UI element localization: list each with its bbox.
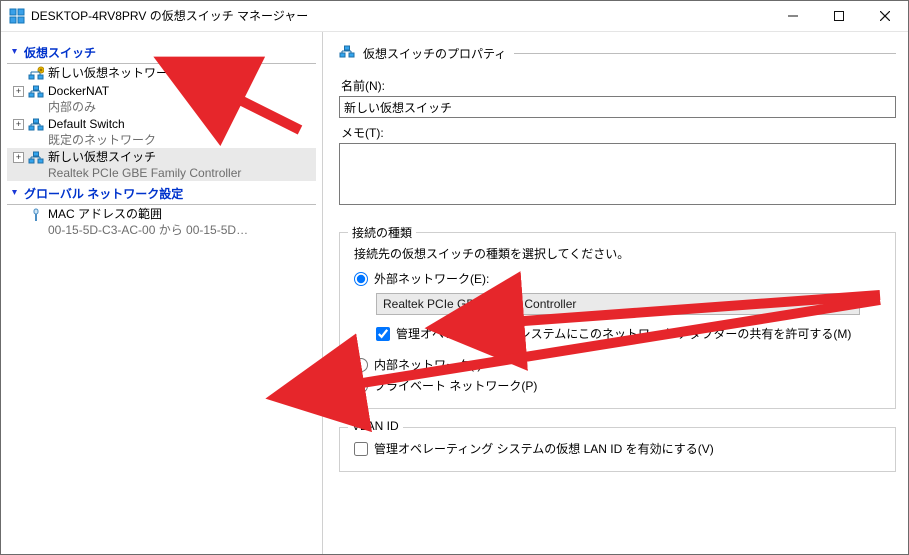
expand-icon[interactable]: + <box>13 86 24 97</box>
header-rule <box>514 53 896 54</box>
maximize-button[interactable] <box>816 1 862 32</box>
content: 仮想スイッチ <box>1 32 908 554</box>
tree-item-default-switch[interactable]: + Default Switch 既定のネットワーク <box>7 115 316 148</box>
name-input[interactable] <box>339 96 896 118</box>
collapse-icon[interactable] <box>9 47 20 58</box>
checkbox-vlan-enable-label: 管理オペレーティング システムの仮想 LAN ID を有効にする(V) <box>374 440 714 457</box>
memo-label: メモ(T): <box>341 124 894 141</box>
tree-item-sublabel: Realtek PCIe GBE Family Controller <box>48 165 241 181</box>
switch-icon <box>28 117 44 133</box>
left-panel: 仮想スイッチ <box>1 32 323 554</box>
vlan-group: VLAN ID 管理オペレーティング システムの仮想 LAN ID を有効にする… <box>339 427 896 472</box>
checkbox-share[interactable]: 管理オペレーティング システムにこのネットワーク アダプターの共有を許可する(M… <box>376 325 885 342</box>
tree-plus-empty <box>13 68 24 79</box>
checkbox-share-label: 管理オペレーティング システムにこのネットワーク アダプターの共有を許可する(M… <box>396 325 851 342</box>
window: DESKTOP-4RV8PRV の仮想スイッチ マネージャー 仮想スイッチ <box>0 0 909 555</box>
minimize-button[interactable] <box>770 1 816 32</box>
connection-type-legend: 接続の種類 <box>348 224 416 241</box>
radio-internal[interactable]: 内部ネットワーク(I) <box>354 356 885 373</box>
connection-type-group: 接続の種類 接続先の仮想スイッチの種類を選択してください。 外部ネットワーク(E… <box>339 232 896 409</box>
tree-item-label: DockerNAT <box>48 83 109 99</box>
tree-item-label: 新しい仮想ネットワーク スイッチ <box>48 65 231 81</box>
tree-section-global[interactable]: グローバル ネットワーク設定 <box>7 183 316 205</box>
properties-header: 仮想スイッチのプロパティ <box>339 44 896 63</box>
properties-title: 仮想スイッチのプロパティ <box>363 45 506 62</box>
tree-item-label: 新しい仮想スイッチ <box>48 149 241 165</box>
tree-section-switches[interactable]: 仮想スイッチ <box>7 42 316 64</box>
mac-icon <box>28 207 44 223</box>
tree-section-label: グローバル ネットワーク設定 <box>24 185 183 202</box>
memo-input[interactable] <box>339 143 896 205</box>
collapse-icon[interactable] <box>9 188 20 199</box>
radio-private-label: プライベート ネットワーク(P) <box>374 377 537 394</box>
close-button[interactable] <box>862 1 908 32</box>
window-title: DESKTOP-4RV8PRV の仮想スイッチ マネージャー <box>31 7 770 25</box>
adapter-selected: Realtek PCIe GBE Family Controller <box>383 297 576 311</box>
name-label: 名前(N): <box>341 77 894 94</box>
radio-external[interactable]: 外部ネットワーク(E): <box>354 270 885 287</box>
titlebar: DESKTOP-4RV8PRV の仮想スイッチ マネージャー <box>1 1 908 32</box>
checkbox-vlan-enable-input[interactable] <box>354 442 368 456</box>
tree-section-label: 仮想スイッチ <box>24 44 96 61</box>
vlan-legend: VLAN ID <box>348 419 403 433</box>
tree-item-mac-range[interactable]: MAC アドレスの範囲 00-15-5D-C3-AC-00 から 00-15-5… <box>7 205 316 238</box>
tree-item-label: MAC アドレスの範囲 <box>48 206 248 222</box>
checkbox-vlan-enable[interactable]: 管理オペレーティング システムの仮想 LAN ID を有効にする(V) <box>354 440 885 457</box>
app-icon <box>9 8 25 24</box>
new-switch-icon <box>28 66 44 82</box>
tree-item-sublabel: 00-15-5D-C3-AC-00 から 00-15-5D… <box>48 222 248 238</box>
tree-item-dockernat[interactable]: + DockerNAT 内部のみ <box>7 82 316 115</box>
radio-internal-input[interactable] <box>354 358 368 372</box>
radio-private[interactable]: プライベート ネットワーク(P) <box>354 377 885 394</box>
connection-type-desc: 接続先の仮想スイッチの種類を選択してください。 <box>354 245 885 262</box>
checkbox-share-input[interactable] <box>376 327 390 341</box>
radio-external-label: 外部ネットワーク(E): <box>374 270 489 287</box>
radio-private-input[interactable] <box>354 379 368 393</box>
radio-external-input[interactable] <box>354 272 368 286</box>
expand-icon[interactable]: + <box>13 119 24 130</box>
tree-plus-empty <box>13 209 24 220</box>
tree-item-label: Default Switch <box>48 116 156 132</box>
tree-item-sublabel: 内部のみ <box>48 99 109 115</box>
switch-icon <box>28 84 44 100</box>
adapter-combobox[interactable]: Realtek PCIe GBE Family Controller <box>376 293 860 315</box>
tree-item-sublabel: 既定のネットワーク <box>48 132 156 148</box>
right-panel: 仮想スイッチのプロパティ 名前(N): メモ(T): 接続の種類 接続先の仮想ス… <box>323 32 908 554</box>
switch-icon <box>28 150 44 166</box>
radio-internal-label: 内部ネットワーク(I) <box>374 356 481 373</box>
expand-icon[interactable]: + <box>13 152 24 163</box>
switch-icon <box>339 44 355 63</box>
tree-item-new-virtual-switch[interactable]: + 新しい仮想スイッチ Realtek PCIe GBE Family Cont <box>7 148 316 181</box>
tree-item-new-virtual-network-switch[interactable]: 新しい仮想ネットワーク スイッチ <box>7 64 316 82</box>
